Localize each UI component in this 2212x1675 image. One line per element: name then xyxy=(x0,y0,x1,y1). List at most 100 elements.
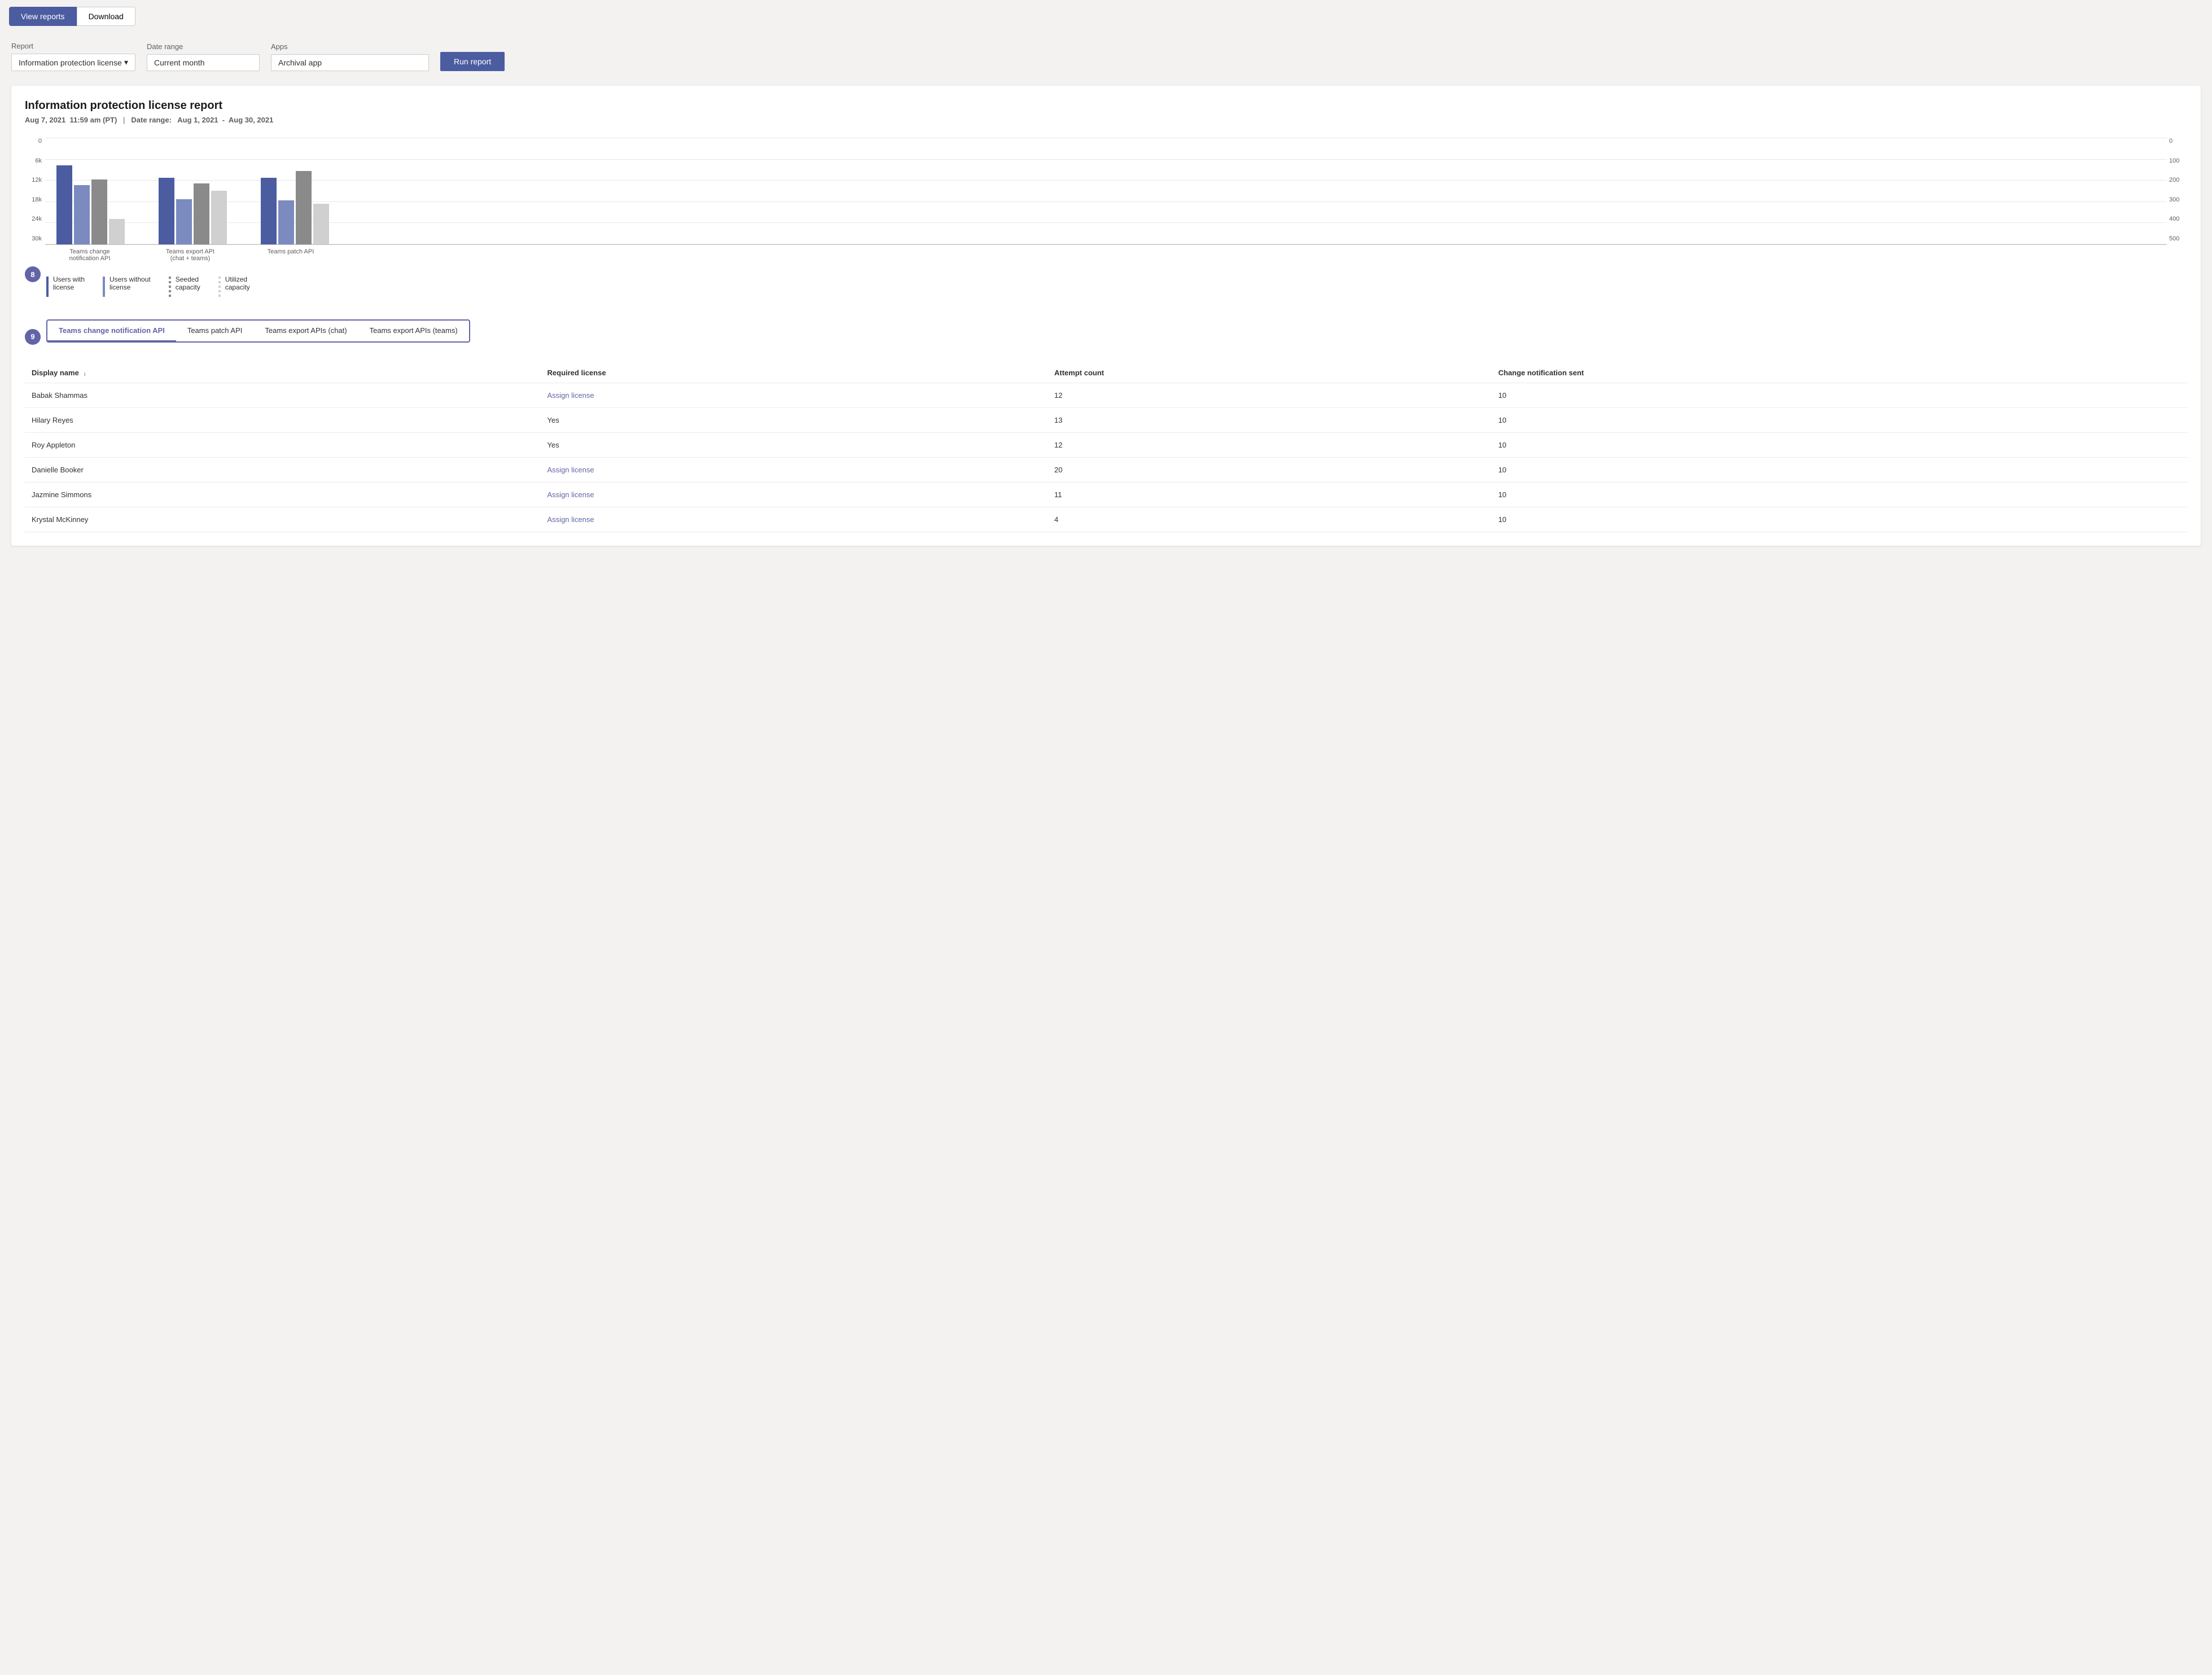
cell-required-license-0[interactable]: Assign license xyxy=(541,383,1048,408)
bar-2-3 xyxy=(194,183,209,244)
cell-notification-sent-0: 10 xyxy=(1491,383,2187,408)
cell-required-license-1: Yes xyxy=(541,408,1048,433)
legend-item-1: Users withlicense xyxy=(46,275,85,297)
table-header-row: Display name ↓ Required license Attempt … xyxy=(25,363,2187,383)
assign-license-link-4[interactable]: Assign license xyxy=(547,490,594,499)
table-row: Danielle BookerAssign license2010 xyxy=(25,458,2187,483)
cell-required-license-4[interactable]: Assign license xyxy=(541,483,1048,507)
bar-1-3 xyxy=(91,179,107,244)
tab-teams-export-chat[interactable]: Teams export APIs (chat) xyxy=(253,321,358,341)
y-left-label-5: 30k xyxy=(25,235,42,242)
cell-display-name-2: Roy Appleton xyxy=(25,433,541,458)
table-row: Hilary ReyesYes1310 xyxy=(25,408,2187,433)
cell-display-name-4: Jazmine Simmons xyxy=(25,483,541,507)
report-select-value: Information protection license xyxy=(19,58,122,67)
report-date-range-start: Aug 1, 2021 xyxy=(177,116,218,124)
chart-wrapper: 30k 24k 18k 12k 6k 0 xyxy=(25,138,2187,262)
date-range-value: Current month xyxy=(154,58,204,67)
cell-display-name-5: Krystal McKinney xyxy=(25,507,541,532)
col-header-display-name: Display name ↓ xyxy=(25,363,541,383)
cell-required-license-5[interactable]: Assign license xyxy=(541,507,1048,532)
cell-display-name-3: Danielle Booker xyxy=(25,458,541,483)
cell-attempt-count-0: 12 xyxy=(1048,383,1492,408)
y-left-label-2: 12k xyxy=(25,177,42,183)
download-button[interactable]: Download xyxy=(77,7,135,26)
legend-item-4: Utilizedcapacity xyxy=(218,275,250,297)
tab-teams-export-teams[interactable]: Teams export APIs (teams) xyxy=(358,321,469,341)
top-bar: View reports Download xyxy=(0,0,2212,33)
assign-license-link-0[interactable]: Assign license xyxy=(547,391,594,400)
y-left-label-3: 18k xyxy=(25,196,42,203)
bar-1-2 xyxy=(74,185,90,244)
cell-attempt-count-2: 12 xyxy=(1048,433,1492,458)
bars-inline-2 xyxy=(159,178,227,244)
legend-color-4 xyxy=(218,277,221,297)
y-right-label-5: 500 xyxy=(2169,235,2187,242)
x-label-2: Teams export API(chat + teams) xyxy=(157,248,224,262)
legend-label-2: Users withoutlicense xyxy=(109,275,151,291)
y-axis-left: 30k 24k 18k 12k 6k 0 xyxy=(25,138,45,242)
date-range-input[interactable]: Current month xyxy=(147,54,260,71)
y-left-label-1: 6k xyxy=(25,157,42,164)
chart-inner: 30k 24k 18k 12k 6k 0 xyxy=(25,138,2187,262)
cell-attempt-count-5: 4 xyxy=(1048,507,1492,532)
apps-label: Apps xyxy=(271,42,429,51)
cell-notification-sent-4: 10 xyxy=(1491,483,2187,507)
apps-input[interactable]: Archival app xyxy=(271,54,429,71)
cell-notification-sent-5: 10 xyxy=(1491,507,2187,532)
table-row: Roy AppletonYes1210 xyxy=(25,433,2187,458)
cell-required-license-3[interactable]: Assign license xyxy=(541,458,1048,483)
bar-2-1 xyxy=(159,178,174,244)
report-date-range-label: Date range: xyxy=(131,116,172,124)
col-header-attempt-count: Attempt count xyxy=(1048,363,1492,383)
cell-notification-sent-1: 10 xyxy=(1491,408,2187,433)
data-table: Display name ↓ Required license Attempt … xyxy=(25,363,2187,532)
y-right-label-4: 400 xyxy=(2169,216,2187,222)
run-report-button[interactable]: Run report xyxy=(440,52,505,71)
bars-inline-1 xyxy=(56,165,125,244)
sort-icon-display-name[interactable]: ↓ xyxy=(83,371,86,377)
legend-label-3: Seededcapacity xyxy=(176,275,200,291)
tab-teams-change-notification[interactable]: Teams change notification API xyxy=(47,321,176,341)
legend-item-3: Seededcapacity xyxy=(169,275,200,297)
chevron-down-icon: ▾ xyxy=(124,58,128,67)
cell-notification-sent-3: 10 xyxy=(1491,458,2187,483)
report-filter-group: Report Information protection license ▾ xyxy=(11,42,135,71)
bars-content xyxy=(45,138,2167,244)
chart-plot: Teams change notification API Teams expo… xyxy=(45,138,2167,262)
col-header-required-license: Required license xyxy=(541,363,1048,383)
report-select[interactable]: Information protection license ▾ xyxy=(11,54,135,71)
assign-license-link-5[interactable]: Assign license xyxy=(547,515,594,524)
legend-label-1: Users withlicense xyxy=(53,275,85,291)
tab-teams-patch[interactable]: Teams patch API xyxy=(176,321,254,341)
legend-item-2: Users withoutlicense xyxy=(103,275,151,297)
tabs-container: Teams change notification API Teams patc… xyxy=(46,319,470,343)
table-row: Krystal McKinney Assign license 410 xyxy=(25,507,2187,532)
bar-2-2 xyxy=(176,199,192,244)
col-header-notification-sent: Change notification sent xyxy=(1491,363,2187,383)
apps-value: Archival app xyxy=(278,58,322,67)
filters-bar: Report Information protection license ▾ … xyxy=(0,33,2212,80)
step-row-8: 8 Users withlicense Users withoutlicense… xyxy=(25,266,2187,310)
bar-2-4 xyxy=(211,191,227,244)
report-label: Report xyxy=(11,42,135,50)
legend-color-1 xyxy=(46,277,49,297)
bars-and-grid xyxy=(45,138,2167,245)
report-card: Information protection license report Au… xyxy=(11,86,2201,546)
legend-color-3 xyxy=(169,277,171,297)
cell-attempt-count-1: 13 xyxy=(1048,408,1492,433)
step-row-9: 9 Teams change notification API Teams pa… xyxy=(25,319,2187,354)
bar-3-1 xyxy=(261,178,277,244)
y-right-label-1: 100 xyxy=(2169,157,2187,164)
cell-display-name-1: Hilary Reyes xyxy=(25,408,541,433)
y-right-label-0: 0 xyxy=(2169,138,2187,144)
report-date-generated: Aug 7, 2021 xyxy=(25,116,65,124)
y-axis-right: 500 400 300 200 100 0 xyxy=(2167,138,2187,242)
bar-group-2 xyxy=(159,178,227,244)
assign-license-link-3[interactable]: Assign license xyxy=(547,466,594,474)
report-meta: Aug 7, 2021 11:59 am (PT) | Date range: … xyxy=(25,116,2187,124)
x-label-3: Teams patch API xyxy=(257,248,324,262)
view-reports-button[interactable]: View reports xyxy=(9,7,77,26)
bar-group-3 xyxy=(261,171,329,244)
step-badge-9: 9 xyxy=(25,329,41,345)
